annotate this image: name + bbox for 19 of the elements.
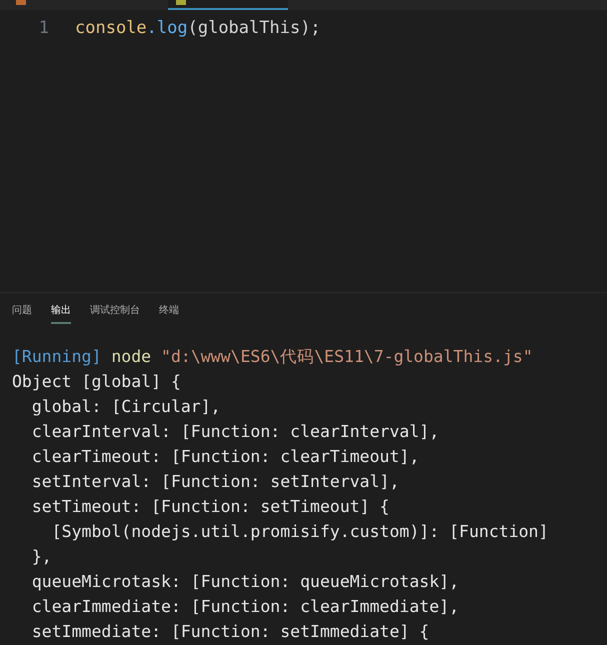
line-number: 1 xyxy=(38,16,50,40)
panel-tab[interactable]: 调试控制台 xyxy=(90,303,140,324)
panel-tab[interactable]: 输出 xyxy=(51,303,71,324)
output-line: clearImmediate: [Function: clearImmediate], xyxy=(30,596,460,618)
output-line: setImmediate: [Function: setImmediate] { xyxy=(30,621,430,643)
output-line: global: [Circular], xyxy=(30,396,222,418)
panel-tab[interactable]: 问题 xyxy=(12,303,32,324)
output-line: clearTimeout: [Function: clearTimeout], xyxy=(30,446,420,468)
output-line: setInterval: [Function: setInterval], xyxy=(30,471,400,493)
output-line: queueMicrotask: [Function: queueMicrotask], xyxy=(30,571,460,593)
panel-tab[interactable]: 终端 xyxy=(159,303,179,324)
output-line: setTimeout: [Function: setTimeout] { xyxy=(30,496,390,518)
output-line: [Symbol(nodejs.util.promisify.custom)]: [Function] xyxy=(50,521,550,543)
code-line: console.log(globalThis); xyxy=(75,16,321,40)
output-line: }, xyxy=(30,546,53,568)
editor-tab[interactable] xyxy=(168,0,288,10)
output-line: Object [global] { xyxy=(12,371,182,393)
output-line: clearInterval: [Function: clearInterval], xyxy=(30,421,440,443)
output-line: [Running] node "d:\www\ES6\代码\ES11\7-globalThis.js" xyxy=(12,346,534,368)
